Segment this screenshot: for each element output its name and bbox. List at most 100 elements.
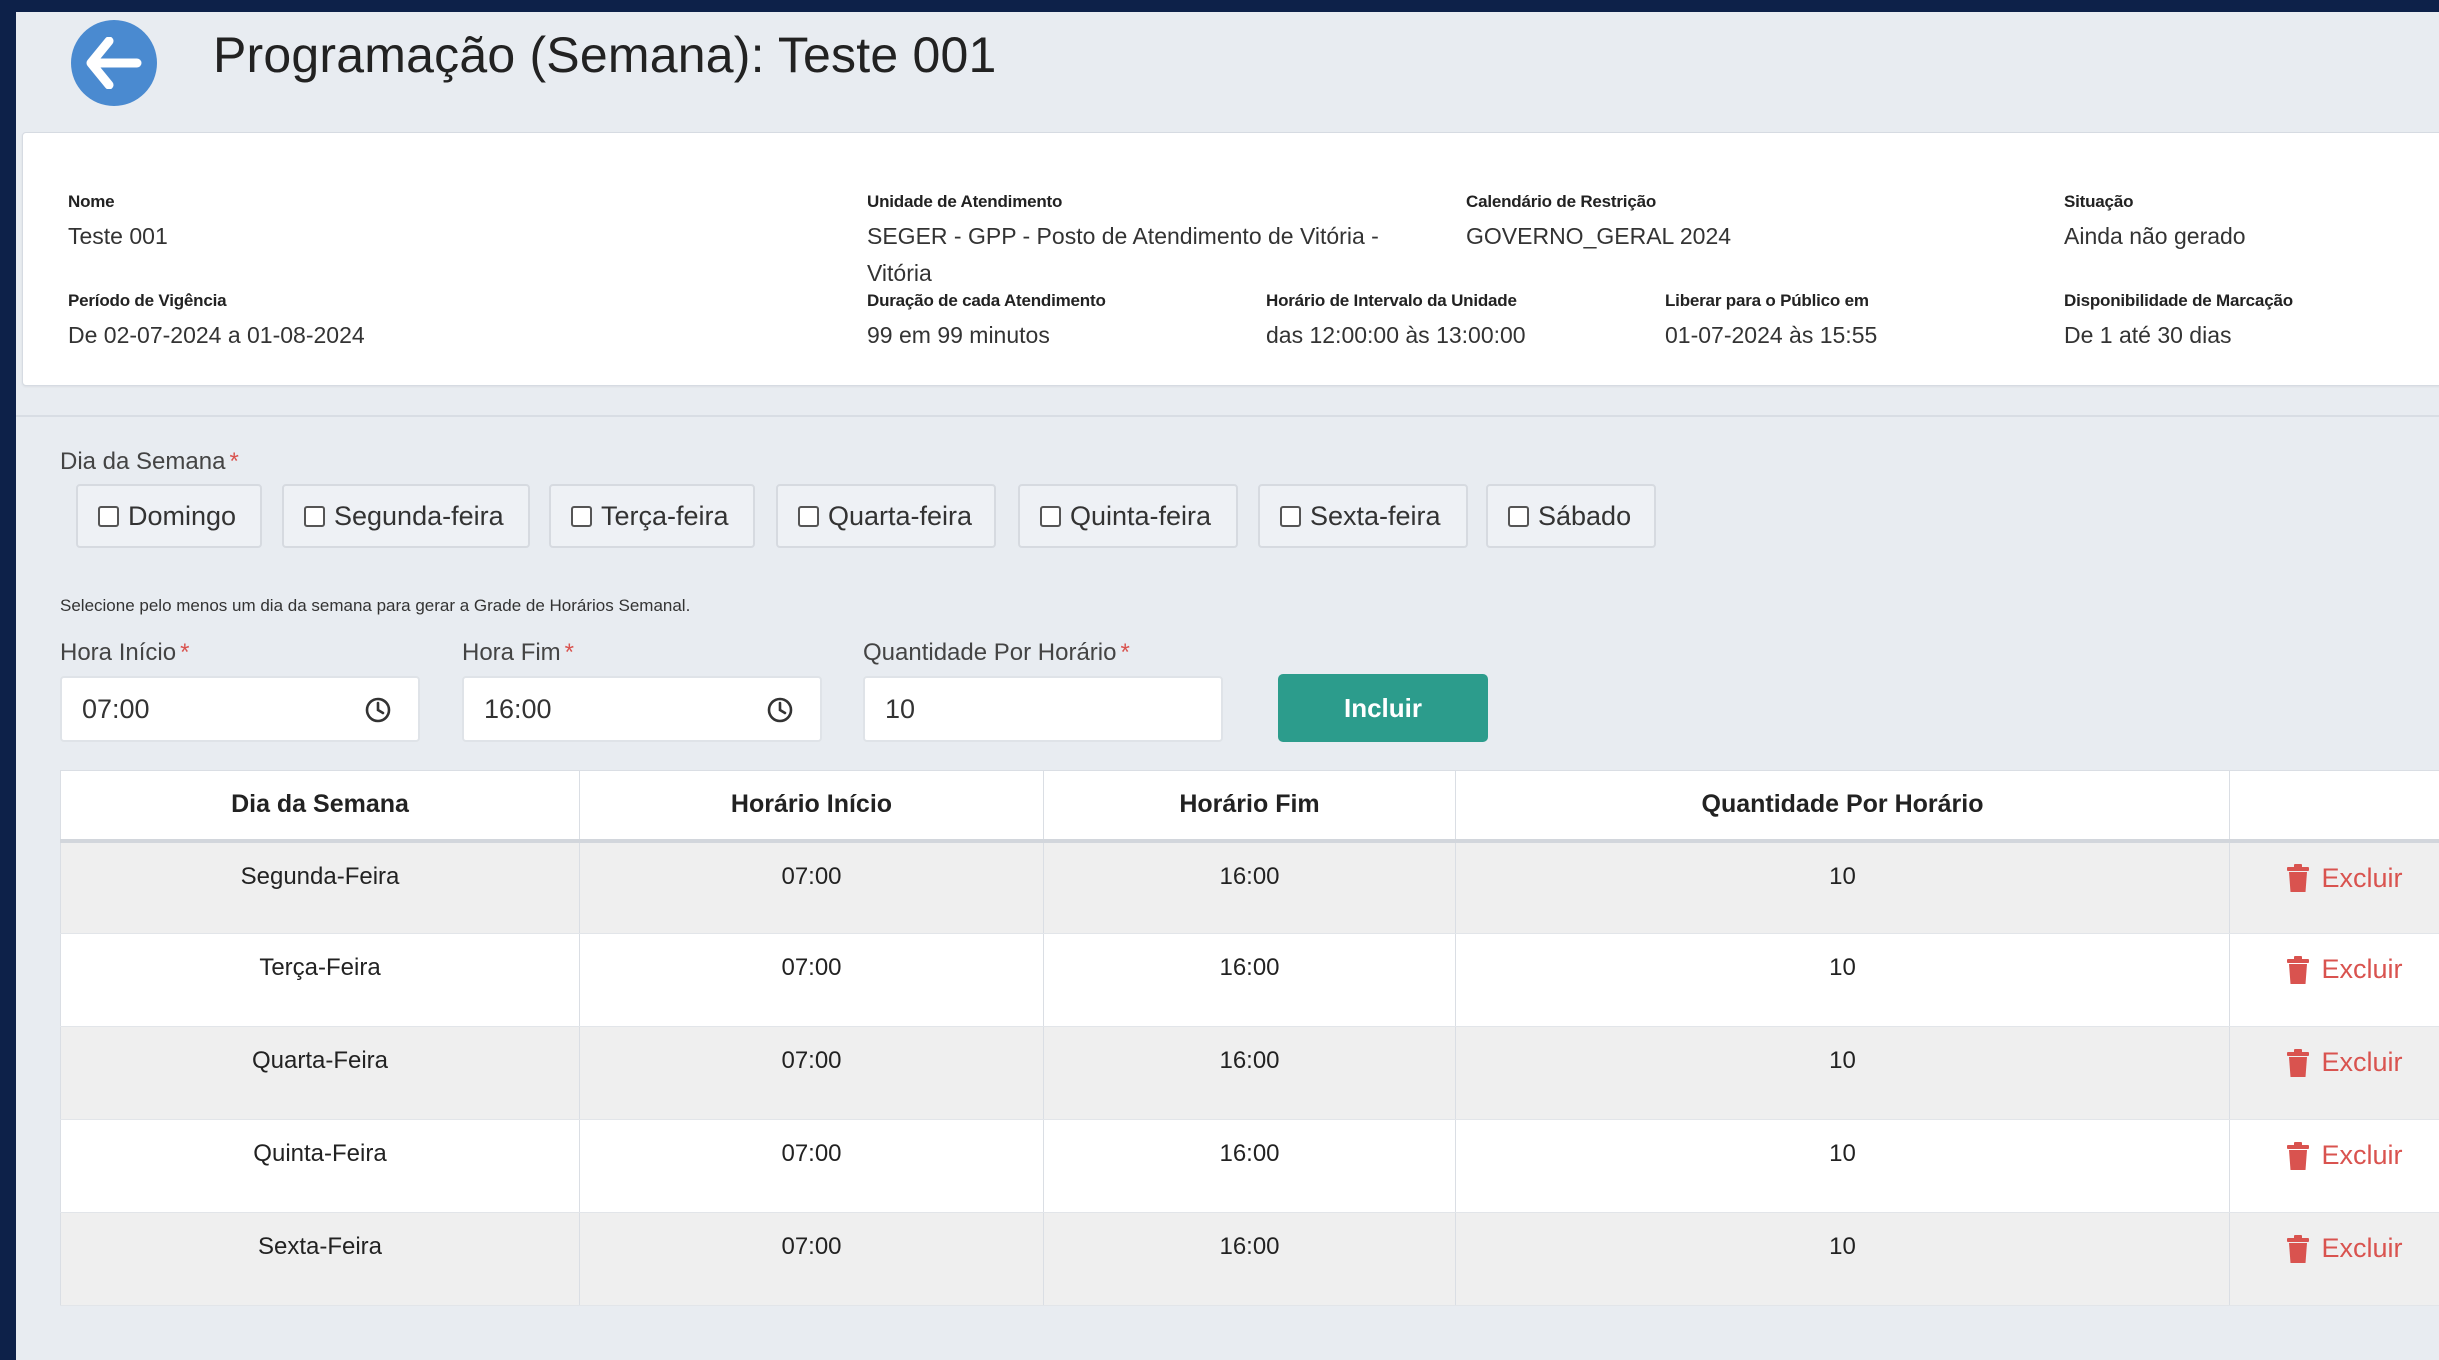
column-header-actions [2229,770,2439,843]
day-selection-hint: Selecione pelo menos um dia da semana pa… [60,596,691,615]
cell-dia: Quinta-Feira [60,1119,580,1213]
trash-icon [2287,1234,2310,1263]
cell-dia: Quarta-Feira [60,1026,580,1120]
cell-inicio: 07:00 [579,1212,1044,1306]
checkbox-unchecked-icon[interactable] [1280,505,1301,527]
info-liberar-label: Liberar para o Público em [1665,291,1869,310]
info-intervalo-label: Horário de Intervalo da Unidade [1266,291,1517,310]
excluir-label: Excluir [2321,1140,2403,1170]
excluir-button[interactable]: Excluir [2287,1140,2403,1171]
info-periodo-label: Período de Vigência [68,291,227,310]
dia-semana-label: Dia da Semana * [60,448,239,476]
excluir-label: Excluir [2321,1233,2403,1263]
checkbox-unchecked-icon[interactable] [98,505,119,527]
required-mark: * [180,639,190,666]
table-row: Quinta-Feira 07:00 16:00 10 Excluir [60,1119,2439,1213]
day-label: Sábado [1538,500,1632,531]
day-checkbox-quinta[interactable]: Quinta-feira [1018,484,1238,548]
cell-inicio: 07:00 [579,1026,1044,1120]
page-title: Programação (Semana): Teste 001 [213,27,997,83]
info-calendario-value: GOVERNO_GERAL 2024 [1466,223,1732,249]
checkbox-unchecked-icon[interactable] [304,505,325,527]
excluir-button[interactable]: Excluir [2287,1047,2403,1078]
page-header: Programação (Semana): Teste 001 [16,12,2439,130]
info-liberar-value: 01-07-2024 às 15:55 [1665,322,1878,348]
cell-fim: 16:00 [1043,840,1456,934]
section-divider [16,415,2439,417]
day-label: Quarta-feira [828,500,973,531]
info-periodo-value: De 02-07-2024 a 01-08-2024 [68,322,365,348]
cell-quantidade: 10 [1455,840,2230,934]
day-label: Sexta-feira [1310,500,1441,531]
quantidade-input[interactable]: 10 [863,676,1223,742]
excluir-button[interactable]: Excluir [2287,862,2403,894]
day-checkbox-sexta[interactable]: Sexta-feira [1258,484,1468,548]
hora-inicio-label: Hora Início * [60,639,189,667]
cell-fim: 16:00 [1043,1026,1456,1120]
info-liberar: Liberar para o Público em 01-07-2024 às … [1665,291,1877,354]
column-header-dia: Dia da Semana [60,770,580,843]
cell-actions: Excluir [2229,1119,2439,1213]
trash-icon [2287,1141,2310,1170]
clock-icon[interactable] [364,696,392,724]
day-checkbox-domingo[interactable]: Domingo [76,484,262,548]
program-info-card: Nome Teste 001 Unidade de Atendimento SE… [22,132,2439,386]
clock-icon[interactable] [766,696,794,724]
cell-dia: Sexta-Feira [60,1212,580,1306]
trash-icon [2287,864,2310,892]
cell-inicio: 07:00 [579,840,1044,934]
hora-inicio-label-text: Hora Início [60,639,177,666]
arrow-left-icon [86,37,142,89]
cell-inicio: 07:00 [579,933,1044,1027]
cell-actions: Excluir [2229,933,2439,1027]
hora-fim-label: Hora Fim * [462,639,574,667]
info-nome-value: Teste 001 [68,223,168,249]
quantidade-value: 10 [885,693,916,724]
checkbox-unchecked-icon[interactable] [1508,505,1529,527]
trash-icon [2287,955,2310,984]
excluir-label: Excluir [2321,862,2403,893]
column-header-quantidade: Quantidade Por Horário [1455,770,2230,843]
info-intervalo-value: das 12:00:00 às 13:00:00 [1266,322,1526,348]
cell-quantidade: 10 [1455,1212,2230,1306]
day-label: Domingo [128,500,237,531]
day-checkbox-segunda[interactable]: Segunda-feira [282,484,530,548]
day-checkbox-quarta[interactable]: Quarta-feira [776,484,996,548]
required-mark: * [564,639,575,666]
cell-actions: Excluir [2229,1026,2439,1120]
incluir-button[interactable]: Incluir [1278,674,1488,742]
excluir-label: Excluir [2321,954,2403,984]
info-nome-label: Nome [68,192,115,211]
day-label: Segunda-feira [334,500,504,531]
checkbox-unchecked-icon[interactable] [1040,505,1061,527]
info-nome: Nome Teste 001 [68,192,168,255]
info-situacao-value: Ainda não gerado [2064,223,2246,249]
info-duracao-value: 99 em 99 minutos [867,322,1050,348]
hora-fim-value: 16:00 [484,693,552,724]
hora-inicio-value: 07:00 [82,693,150,724]
excluir-button[interactable]: Excluir [2287,954,2403,985]
info-situacao-label: Situação [2064,192,2134,211]
cell-inicio: 07:00 [579,1119,1044,1213]
app-window: Programação (Semana): Teste 001 Nome Tes… [16,12,2439,1360]
hora-inicio-input[interactable]: 07:00 [60,676,420,742]
info-disponibilidade: Disponibilidade de Marcação De 1 até 30 … [2064,291,2293,354]
day-label: Quinta-feira [1070,500,1212,531]
cell-actions: Excluir [2229,840,2439,934]
table-header-row: Dia da Semana Horário Início Horário Fim… [60,770,2439,843]
info-calendario: Calendário de Restrição GOVERNO_GERAL 20… [1466,192,1731,255]
back-button[interactable] [71,20,157,106]
info-unidade: Unidade de Atendimento SEGER - GPP - Pos… [867,192,1379,292]
required-mark: * [229,448,239,475]
info-unidade-value-line1: SEGER - GPP - Posto de Atendimento de Vi… [867,223,1379,249]
excluir-button[interactable]: Excluir [2287,1233,2403,1264]
cell-fim: 16:00 [1043,1119,1456,1213]
quantidade-label: Quantidade Por Horário * [863,639,1130,667]
checkbox-unchecked-icon[interactable] [798,505,819,527]
checkbox-unchecked-icon[interactable] [571,505,592,527]
day-checkbox-sabado[interactable]: Sábado [1486,484,1656,548]
day-checkbox-terca[interactable]: Terça-feira [549,484,755,548]
info-unidade-label: Unidade de Atendimento [867,192,1063,211]
table-row: Segunda-Feira 07:00 16:00 10 Excluir [60,840,2439,934]
hora-fim-input[interactable]: 16:00 [462,676,822,742]
